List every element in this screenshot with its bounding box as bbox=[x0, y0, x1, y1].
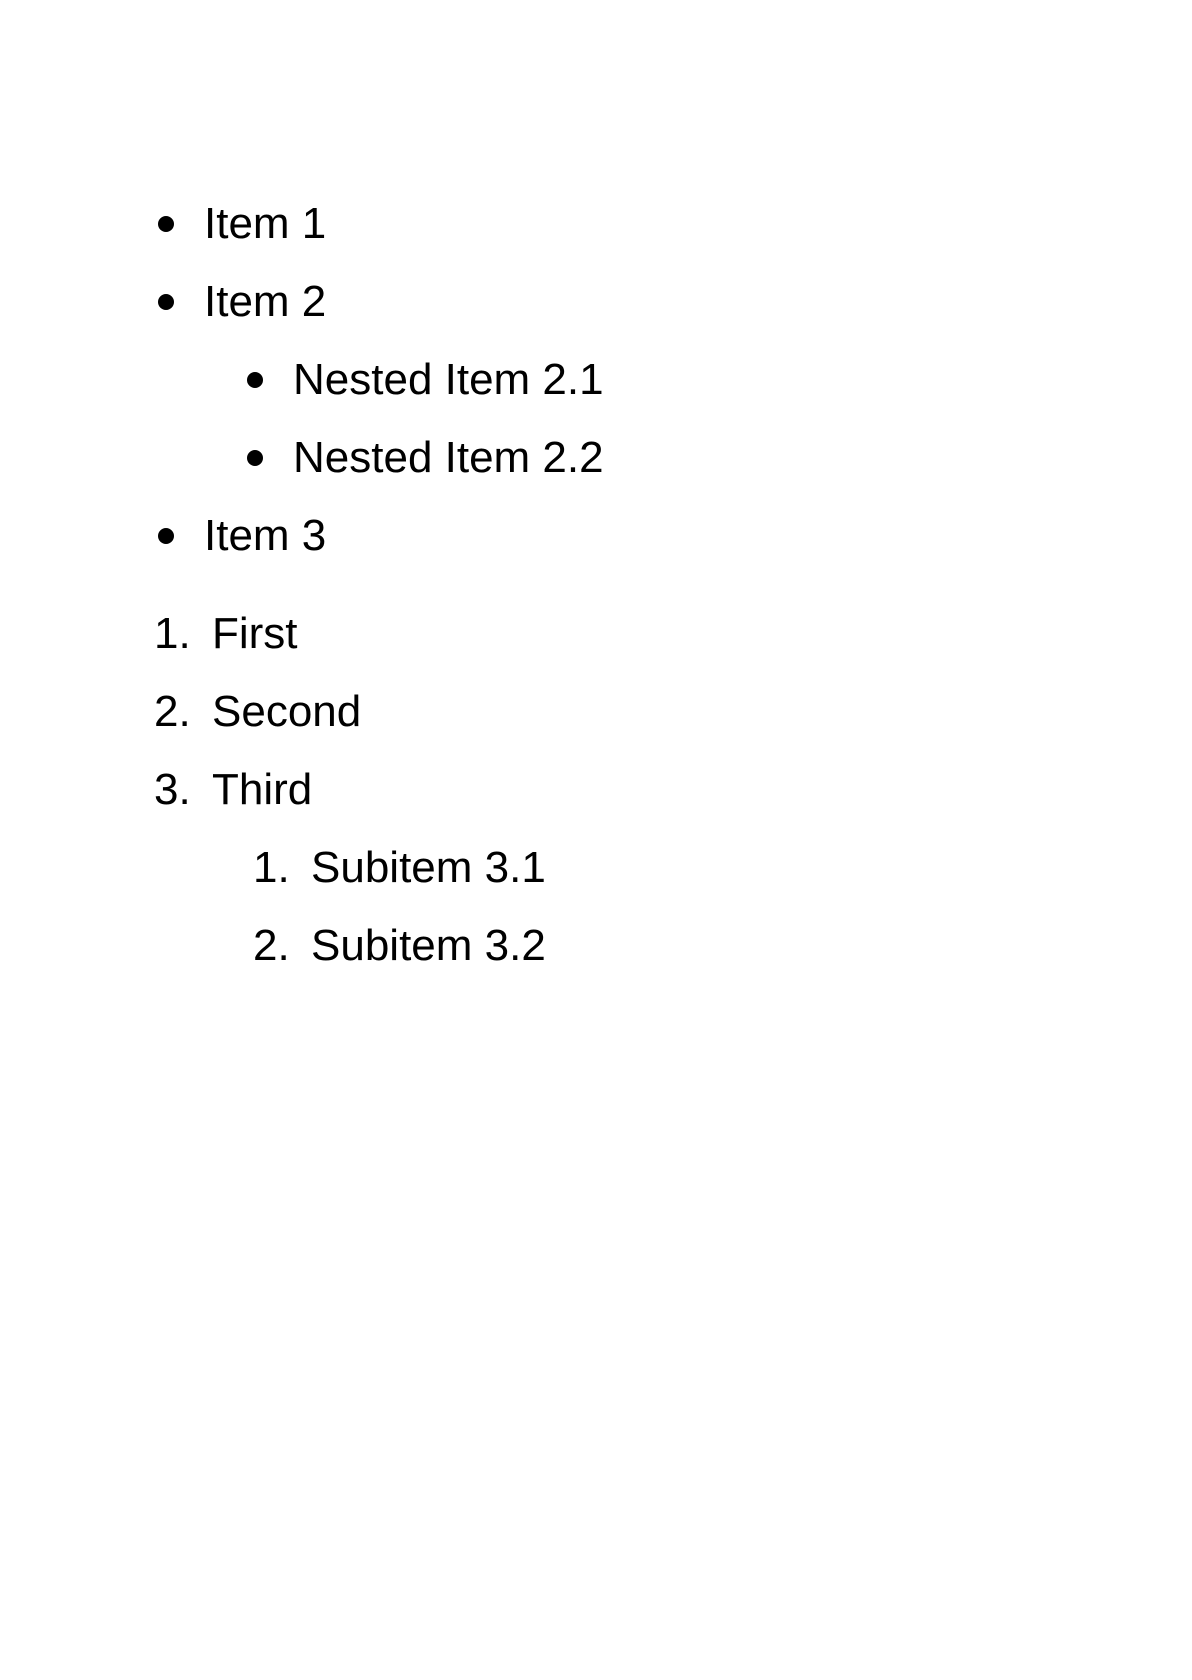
list-number: 3. bbox=[154, 765, 191, 814]
bullet-icon bbox=[158, 216, 174, 232]
bullet-icon bbox=[247, 372, 263, 388]
numbered-list-item: 3. Third bbox=[154, 760, 312, 820]
list-number: 2. bbox=[253, 921, 290, 970]
bullet-icon bbox=[158, 528, 174, 544]
list-item-label: Third bbox=[212, 765, 313, 814]
list-item-label: Item 2 bbox=[204, 277, 327, 326]
list-item-label: First bbox=[212, 609, 298, 658]
nested-numbered-list-item: 1. Subitem 3.1 bbox=[253, 838, 546, 898]
bullet-list-item: Item 1 bbox=[158, 194, 326, 254]
numbered-list-item: 2. Second bbox=[154, 682, 361, 742]
numbered-list-item: 1. First bbox=[154, 604, 298, 664]
nested-bullet-list-item: Nested Item 2.1 bbox=[247, 350, 604, 410]
list-item-label: Nested Item 2.2 bbox=[293, 433, 604, 482]
list-number: 1. bbox=[253, 843, 290, 892]
list-item-label: Nested Item 2.1 bbox=[293, 355, 604, 404]
bullet-icon bbox=[247, 450, 263, 466]
nested-numbered-list-item: 2. Subitem 3.2 bbox=[253, 916, 546, 976]
nested-bullet-list-item: Nested Item 2.2 bbox=[247, 428, 604, 488]
bullet-list-item: Item 2 bbox=[158, 272, 326, 332]
list-item-label: Subitem 3.1 bbox=[311, 843, 546, 892]
list-number: 2. bbox=[154, 687, 191, 736]
list-item-label: Item 3 bbox=[204, 511, 327, 560]
list-number: 1. bbox=[154, 609, 191, 658]
list-item-label: Subitem 3.2 bbox=[311, 921, 546, 970]
document-page: Item 1 Item 2 Nested Item 2.1 Nested Ite… bbox=[0, 0, 1192, 1680]
bullet-icon bbox=[158, 294, 174, 310]
list-item-label: Item 1 bbox=[204, 199, 327, 248]
bullet-list-item: Item 3 bbox=[158, 506, 326, 566]
list-item-label: Second bbox=[212, 687, 362, 736]
